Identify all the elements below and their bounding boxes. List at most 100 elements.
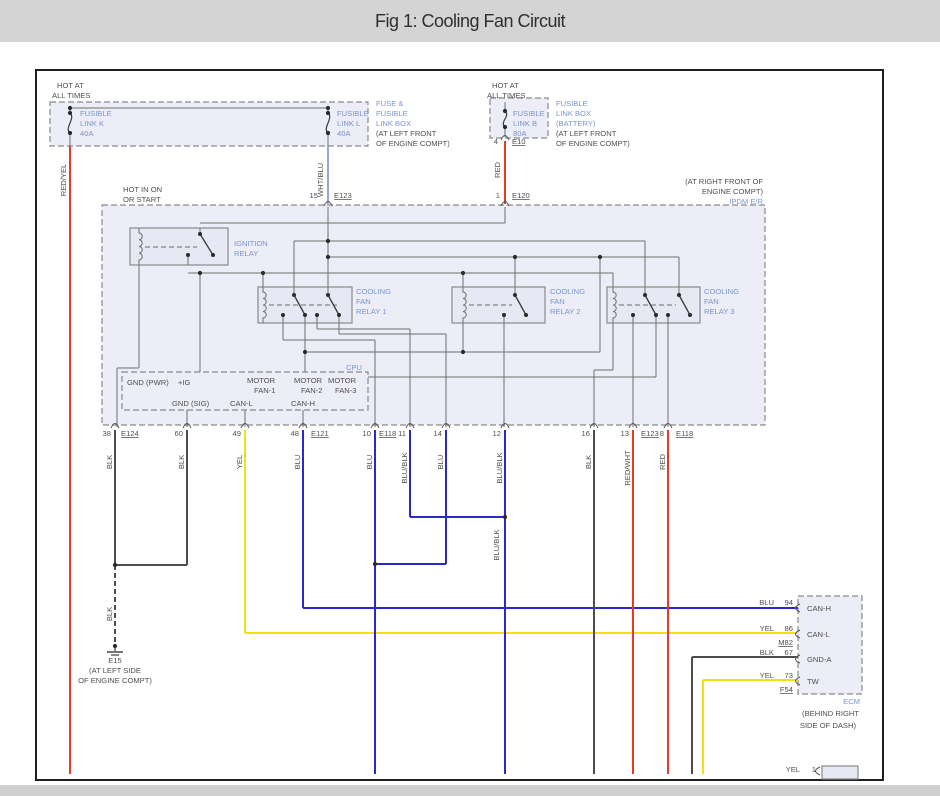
label-cpu: CPU — [346, 363, 362, 372]
label-e124: E124 — [121, 429, 139, 438]
label-battery: (BATTERY) — [556, 119, 596, 128]
wiring-diagram-page: Fig 1: Cooling Fan Circuit HOT AT ALL TIM… — [0, 0, 940, 796]
label-cooling: COOLING — [704, 287, 739, 296]
label-tw: TW — [807, 677, 820, 686]
label-fuse: FUSE & — [376, 99, 403, 108]
label-at-left-front: (AT LEFT FRONT — [556, 129, 617, 138]
label-fusible: FUSIBLE — [376, 109, 408, 118]
contact-dot — [281, 313, 285, 317]
label-can-h: CAN-H — [291, 399, 315, 408]
contact-dot — [198, 232, 202, 236]
label-1: 1 — [812, 765, 816, 774]
label-86: 86 — [785, 624, 793, 633]
label-link-k: LINK K — [80, 119, 104, 128]
label-16: 16 — [582, 429, 590, 438]
junction-dot — [502, 124, 508, 130]
label-yel: YEL — [760, 671, 774, 680]
junction-dot — [325, 130, 331, 136]
contact-dot — [326, 293, 330, 297]
label-ipdm-e-r: IPDM E/R — [729, 197, 763, 206]
label-blk: BLK — [760, 648, 774, 657]
junction-dot — [67, 110, 73, 116]
label-fan-2: FAN-2 — [301, 386, 323, 395]
label-relay-2: RELAY 2 — [550, 307, 581, 316]
label-of-engine-compt: OF ENGINE COMPT) — [78, 676, 152, 685]
label-yel: YEL — [760, 624, 774, 633]
label-of-engine-compt: OF ENGINE COMPT) — [376, 139, 450, 148]
label-red-wht: RED/WHT — [623, 450, 632, 486]
label-fan: FAN — [356, 297, 371, 306]
label-blu-blk: BLU/BLK — [492, 529, 501, 560]
contact-dot — [186, 253, 190, 257]
junction-dot — [325, 110, 331, 116]
label-link-l: LINK L — [337, 119, 360, 128]
label-blu: BLU — [365, 455, 374, 470]
label-hot-in-on: HOT IN ON — [123, 185, 162, 194]
label-fan: FAN — [704, 297, 719, 306]
label-4: 4 — [494, 137, 498, 146]
label-red-yel: RED/YEL — [59, 164, 68, 197]
label-link-box: LINK BOX — [556, 109, 591, 118]
label-gnd-sig: GND (SIG) — [172, 399, 210, 408]
box-connector-partial-box — [821, 765, 859, 780]
label-f54: F54 — [780, 685, 793, 694]
junction-dot — [67, 105, 73, 111]
label-1: 1 — [496, 191, 500, 200]
label-94: 94 — [785, 598, 793, 607]
label-red: RED — [493, 161, 502, 178]
junction-dot — [112, 562, 118, 568]
label-of-engine-compt: OF ENGINE COMPT) — [556, 139, 630, 148]
label-48: 48 — [291, 429, 299, 438]
label-yel: YEL — [786, 765, 800, 774]
label-blk: BLK — [177, 455, 186, 469]
label-38: 38 — [103, 429, 111, 438]
contact-dot — [677, 293, 681, 297]
label-all-times: ALL TIMES — [487, 91, 525, 100]
box-cooling-fan-relay-2-box — [451, 286, 546, 324]
contact-dot — [654, 313, 658, 317]
junction-dot — [597, 254, 603, 260]
label-engine-compt: ENGINE COMPT) — [702, 187, 764, 196]
label-fusible: FUSIBLE — [337, 109, 369, 118]
junction-dot — [302, 349, 308, 355]
label-73: 73 — [785, 671, 793, 680]
label-67: 67 — [785, 648, 793, 657]
label-49: 49 — [233, 429, 241, 438]
label-fan-1: FAN-1 — [254, 386, 276, 395]
junction-dot — [460, 349, 466, 355]
label-11: 11 — [398, 429, 406, 438]
label-ig: +IG — [178, 378, 191, 387]
label-ignition: IGNITION — [234, 239, 268, 248]
label-cooling: COOLING — [550, 287, 585, 296]
contact-dot — [643, 293, 647, 297]
contact-dot — [513, 293, 517, 297]
contact-dot — [688, 313, 692, 317]
label-e121: E121 — [311, 429, 329, 438]
contact-dot — [502, 313, 506, 317]
label-hot-at: HOT AT — [57, 81, 84, 90]
junction-dot — [67, 130, 73, 136]
junction-dot — [260, 270, 266, 276]
label-8: 8 — [660, 429, 664, 438]
label-yel: YEL — [235, 455, 244, 469]
label-m82: M82 — [778, 638, 793, 647]
label-60: 60 — [175, 429, 183, 438]
label-fusible: FUSIBLE — [513, 109, 545, 118]
label-blu: BLU — [759, 598, 774, 607]
label-e118: E118 — [676, 429, 693, 438]
junction-dot — [502, 514, 508, 520]
label-fan: FAN — [550, 297, 565, 306]
label-relay-1: RELAY 1 — [356, 307, 387, 316]
contact-dot — [337, 313, 341, 317]
label-blu-blk: BLU/BLK — [400, 452, 409, 483]
label-e15: E15 — [108, 656, 122, 665]
label-link-box: LINK BOX — [376, 119, 411, 128]
label-e120: E120 — [512, 191, 530, 200]
contact-dot — [524, 313, 528, 317]
label-12: 12 — [493, 429, 501, 438]
label-fusible: FUSIBLE — [556, 99, 588, 108]
label-relay: RELAY — [234, 249, 258, 258]
junction-dot — [325, 238, 331, 244]
label-can-l: CAN-L — [807, 630, 830, 639]
contact-dot — [211, 253, 215, 257]
